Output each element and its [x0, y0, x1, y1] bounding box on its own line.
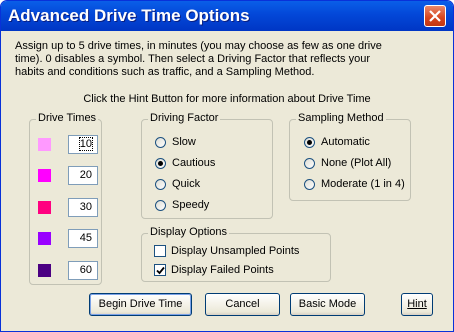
- close-icon: [429, 10, 441, 22]
- radio-label: Slow: [172, 136, 196, 148]
- instructions-line: Assign up to 5 drive times, in minutes (…: [15, 40, 382, 52]
- basic-mode-button[interactable]: Basic Mode: [290, 293, 365, 316]
- radio-label: Speedy: [172, 199, 210, 211]
- advanced-drive-time-dialog: Advanced Drive Time Options Assign up to…: [0, 0, 454, 332]
- checkbox-failed-box[interactable]: [154, 264, 166, 276]
- sampling-method-group: Sampling Method Automatic None (Plot All…: [289, 112, 411, 201]
- sampling-method-legend: Sampling Method: [296, 112, 386, 124]
- drive-time-2-color-swatch: [38, 169, 51, 182]
- checkbox-label: Display Failed Points: [171, 264, 274, 276]
- display-options-legend: Display Options: [148, 226, 230, 238]
- radio-label: Quick: [172, 178, 201, 190]
- instructions-line: habits and conditions such as traffic, a…: [15, 66, 315, 78]
- hint-button-label: Hint: [407, 298, 427, 310]
- drive-time-3-value: 30: [79, 201, 92, 213]
- cancel-button[interactable]: Cancel: [205, 293, 280, 316]
- radio-label: Cautious: [172, 157, 216, 169]
- drive-time-4-value: 45: [79, 232, 92, 244]
- driving-factor-group: Driving Factor Slow Cautious Quick Speed…: [141, 112, 273, 219]
- radio-indicator[interactable]: [304, 158, 315, 169]
- window-title: Advanced Drive Time Options: [8, 6, 250, 25]
- drive-times-group: Drive Times 10 20 30 45 60: [29, 112, 102, 285]
- radio-indicator[interactable]: [155, 179, 166, 190]
- radio-indicator[interactable]: [155, 200, 166, 211]
- title-bar[interactable]: Advanced Drive Time Options: [1, 1, 453, 31]
- drive-time-2-input[interactable]: 20: [68, 166, 98, 185]
- drive-time-2-value: 20: [79, 169, 92, 181]
- drive-time-4-color-swatch: [38, 232, 51, 245]
- hint-instruction: Click the Hint Button for more informati…: [83, 93, 371, 105]
- checkbox-unsampled-box[interactable]: [154, 245, 166, 257]
- drive-time-4-input[interactable]: 45: [68, 229, 98, 248]
- checkmark-icon: [156, 266, 165, 275]
- begin-drive-time-button[interactable]: Begin Drive Time: [89, 293, 192, 316]
- instructions-line: time). 0 disables a symbol. Then select …: [15, 53, 370, 65]
- radio-indicator[interactable]: [304, 137, 315, 148]
- drive-times-legend: Drive Times: [36, 112, 99, 124]
- radio-label: Automatic: [321, 136, 370, 148]
- drive-time-3-input[interactable]: 30: [68, 198, 98, 217]
- display-options-group: Display Options Display Unsampled Points…: [141, 226, 331, 282]
- radio-label: None (Plot All): [321, 157, 392, 169]
- drive-time-5-input[interactable]: 60: [68, 261, 98, 280]
- radio-indicator[interactable]: [155, 158, 166, 169]
- drive-time-5-color-swatch: [38, 264, 51, 277]
- radio-indicator[interactable]: [155, 137, 166, 148]
- drive-time-1-color-swatch: [38, 138, 51, 151]
- drive-time-1-input[interactable]: 10: [68, 135, 98, 154]
- instructions-text: Assign up to 5 drive times, in minutes (…: [15, 40, 440, 79]
- radio-label: Moderate (1 in 4): [321, 178, 405, 190]
- hint-button[interactable]: Hint: [401, 293, 433, 316]
- radio-indicator[interactable]: [304, 179, 315, 190]
- drive-time-1-value: 10: [78, 137, 94, 151]
- checkbox-label: Display Unsampled Points: [171, 245, 300, 257]
- close-button[interactable]: [424, 5, 446, 27]
- drive-time-5-value: 60: [79, 264, 92, 276]
- driving-factor-legend: Driving Factor: [148, 112, 221, 124]
- drive-time-3-color-swatch: [38, 201, 51, 214]
